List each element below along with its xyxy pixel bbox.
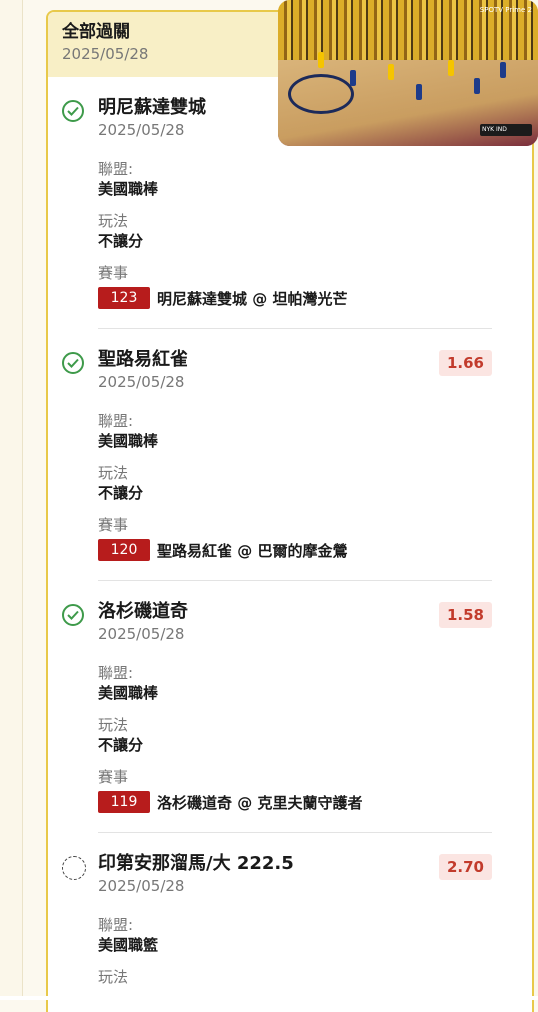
parlay-card: 全部過關 2025/05/28 明尼蘇達雙城 2025/05/28 聯盟: 美國…	[46, 10, 534, 1012]
event-matchup: 明尼蘇達雙城 @ 坦帕灣光芒	[157, 289, 348, 308]
pending-circle-icon	[62, 856, 86, 880]
league-label: 聯盟:	[98, 412, 134, 430]
play-label: 玩法	[98, 716, 129, 734]
event-number-badge: 123	[98, 287, 150, 309]
score-bug: NYK IND	[480, 124, 532, 136]
event-label: 賽事	[98, 264, 129, 282]
play-label: 玩法	[98, 464, 129, 482]
event-label: 賽事	[98, 768, 129, 786]
check-circle-icon	[62, 604, 84, 626]
player-figure	[474, 78, 480, 94]
player-figure	[318, 52, 324, 68]
court-logo	[288, 74, 354, 114]
league-value: 美國職棒	[98, 432, 159, 450]
event-number-badge: 119	[98, 791, 150, 813]
bet-date: 2025/05/28	[98, 877, 185, 895]
play-value: 不讓分	[98, 736, 144, 754]
play-value: 不讓分	[98, 484, 144, 502]
event-number-badge: 120	[98, 539, 150, 561]
player-figure	[350, 70, 356, 86]
bet-item[interactable]: 1.66 聖路易紅雀 2025/05/28 聯盟: 美國職棒 玩法 不讓分 賽事…	[48, 329, 492, 581]
bet-date: 2025/05/28	[98, 373, 185, 391]
bet-team: 印第安那溜馬/大 222.5	[98, 853, 294, 874]
player-figure	[448, 60, 454, 76]
event-label: 賽事	[98, 516, 129, 534]
odds-badge: 1.66	[438, 350, 492, 376]
odds-badge: 1.58	[438, 602, 492, 628]
play-label: 玩法	[98, 212, 129, 230]
player-figure	[416, 84, 422, 100]
league-label: 聯盟:	[98, 916, 134, 934]
check-circle-icon	[62, 352, 84, 374]
odds-badge: 2.70	[438, 854, 492, 880]
channel-logo: SPOTV Prime 2	[479, 6, 532, 14]
league-label: 聯盟:	[98, 664, 134, 682]
bet-date: 2025/05/28	[98, 625, 185, 643]
bet-item[interactable]: 2.70 印第安那溜馬/大 222.5 2025/05/28 聯盟: 美國職籃 …	[48, 833, 492, 987]
floating-video-player[interactable]: SPOTV Prime 2 NYK IND	[278, 0, 538, 146]
bet-item[interactable]: 1.58 洛杉磯道奇 2025/05/28 聯盟: 美國職棒 玩法 不讓分 賽事…	[48, 581, 492, 833]
league-value: 美國職棒	[98, 180, 159, 198]
check-circle-icon	[62, 100, 84, 122]
left-rail	[0, 0, 23, 1000]
play-value: 不讓分	[98, 232, 144, 250]
league-label: 聯盟:	[98, 160, 134, 178]
bet-team: 聖路易紅雀	[98, 349, 188, 370]
bet-list: 明尼蘇達雙城 2025/05/28 聯盟: 美國職棒 玩法 不讓分 賽事 123…	[48, 77, 532, 987]
event-matchup: 洛杉磯道奇 @ 克里夫蘭守護者	[157, 793, 363, 812]
league-value: 美國職棒	[98, 684, 159, 702]
bet-team: 洛杉磯道奇	[98, 601, 188, 622]
player-figure	[388, 64, 394, 80]
player-figure	[500, 62, 506, 78]
score-teams: NYK IND	[482, 126, 507, 133]
play-label: 玩法	[98, 968, 129, 986]
league-value: 美國職籃	[98, 936, 159, 954]
event-matchup: 聖路易紅雀 @ 巴爾的摩金鶯	[157, 541, 348, 560]
bottom-edge	[0, 996, 538, 1000]
